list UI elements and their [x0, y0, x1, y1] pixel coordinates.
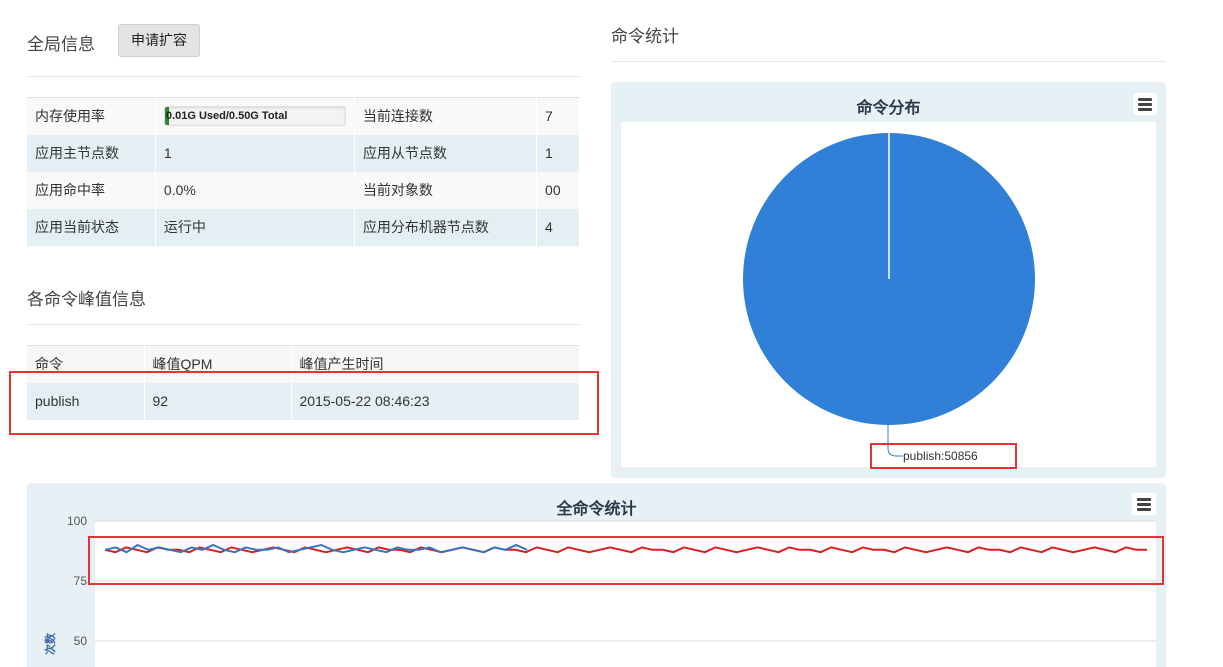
peak-info-title: 各命令峰值信息	[27, 290, 146, 309]
y-tick-label: 50	[74, 634, 88, 648]
info-label: 当前对象数	[354, 171, 538, 209]
global-info-title: 全局信息	[27, 35, 95, 54]
info-label: 应用当前状态	[27, 208, 156, 246]
info-value: 0.01G Used/0.50G Total	[155, 97, 355, 135]
y-tick-label: 75	[74, 574, 88, 588]
memory-usage-text: 0.01G Used/0.50G Total	[165, 110, 288, 123]
y-tick-label: 100	[67, 514, 87, 528]
info-value: 0.0%	[155, 171, 355, 209]
hamburger-menu-icon[interactable]	[1133, 93, 1157, 115]
info-value: 00	[536, 171, 580, 209]
info-label: 内存使用率	[27, 97, 156, 135]
table-row: 应用主节点数 1 应用从节点数 1	[27, 134, 580, 172]
table-row: 应用命中率 0.0% 当前对象数 00	[27, 171, 580, 209]
highlight-box-line-series	[88, 536, 1164, 585]
memory-usage-bar: 0.01G Used/0.50G Total	[163, 106, 346, 127]
divider	[27, 76, 580, 77]
pie-plot-area: publish:50856	[621, 122, 1156, 467]
table-row: 应用当前状态 运行中 应用分布机器节点数 4	[27, 208, 580, 246]
info-label: 应用分布机器节点数	[354, 208, 538, 246]
info-label: 应用从节点数	[354, 134, 538, 172]
divider	[27, 324, 580, 325]
table-row: 内存使用率 0.01G Used/0.50G Total 当前连接数 7	[27, 97, 580, 135]
y-axis-label: 次数	[43, 632, 57, 655]
info-value: 运行中	[155, 208, 355, 246]
pie-chart: publish:50856	[743, 133, 1035, 463]
highlight-box-pie-label	[870, 443, 1017, 469]
info-value: 1	[155, 134, 355, 172]
info-label: 当前连接数	[354, 97, 538, 135]
pie-chart-panel: 命令分布 publish:50856	[611, 82, 1166, 478]
divider	[611, 61, 1166, 62]
info-value: 4	[536, 208, 580, 246]
info-value: 1	[536, 134, 580, 172]
info-value: 7	[536, 97, 580, 135]
apply-expand-button[interactable]: 申请扩容	[118, 24, 200, 57]
pie-chart-title: 命令分布	[856, 100, 921, 117]
info-label: 应用命中率	[27, 171, 156, 209]
global-info-table: 内存使用率 0.01G Used/0.50G Total 当前连接数 7 应用主节点数 1…	[27, 97, 580, 246]
command-stats-title: 命令统计	[611, 27, 679, 46]
highlight-box-peak-row	[9, 371, 599, 435]
info-label: 应用主节点数	[27, 134, 156, 172]
